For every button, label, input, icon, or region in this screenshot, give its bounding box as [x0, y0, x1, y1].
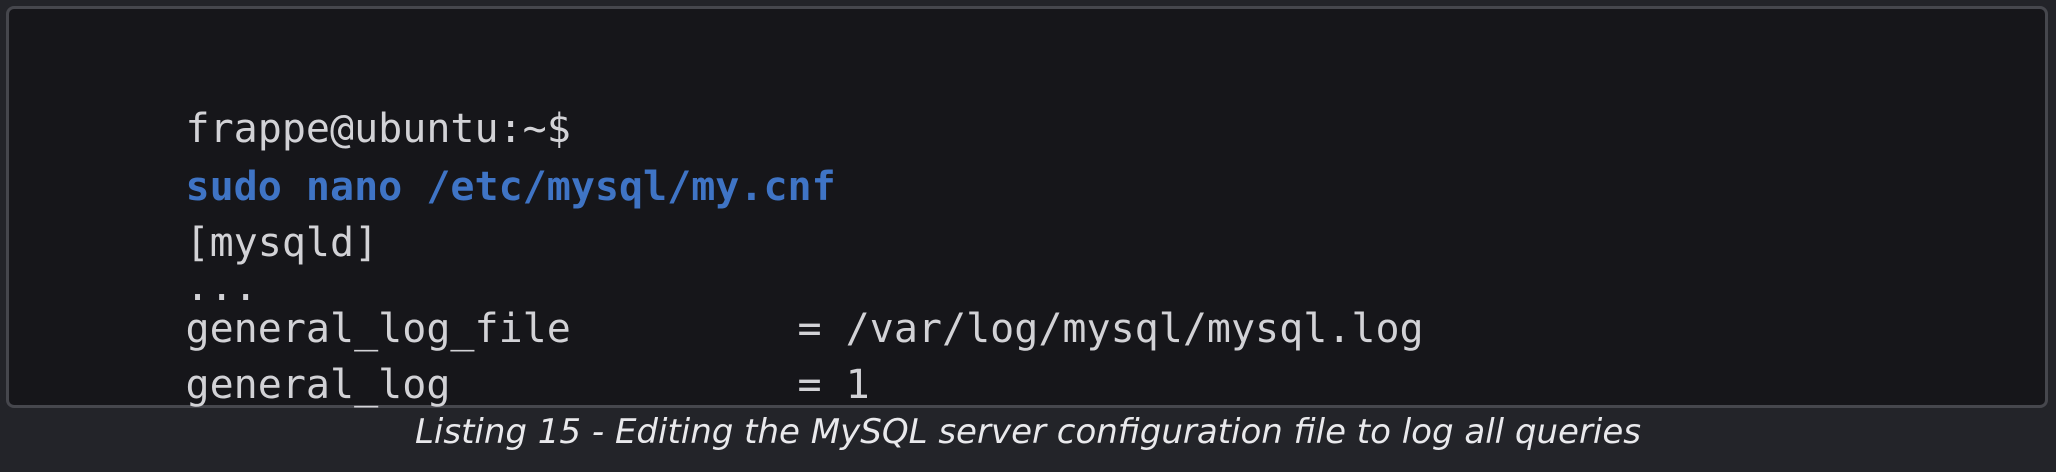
- command-line: frappe@ubuntu:~$ sudo nano /etc/mysql/my…: [41, 42, 836, 210]
- setting-value: = /var/log/mysql/mysql.log: [797, 306, 1424, 352]
- terminal-window: frappe@ubuntu:~$ sudo nano /etc/mysql/my…: [6, 6, 2048, 408]
- terminal-content: frappe@ubuntu:~$ sudo nano /etc/mysql/my…: [41, 42, 1424, 408]
- listing-caption: Listing 15 - Editing the MySQL server co…: [414, 412, 1642, 452]
- shell-prompt: frappe@ubuntu:~$: [185, 106, 571, 152]
- setting-value: = 1: [797, 362, 870, 408]
- config-setting-row: general_log = 1: [41, 298, 870, 408]
- setting-key: general_log: [185, 362, 451, 408]
- config-setting-row: general_log_file = /var/log/mysql/mysql.l…: [41, 242, 1424, 352]
